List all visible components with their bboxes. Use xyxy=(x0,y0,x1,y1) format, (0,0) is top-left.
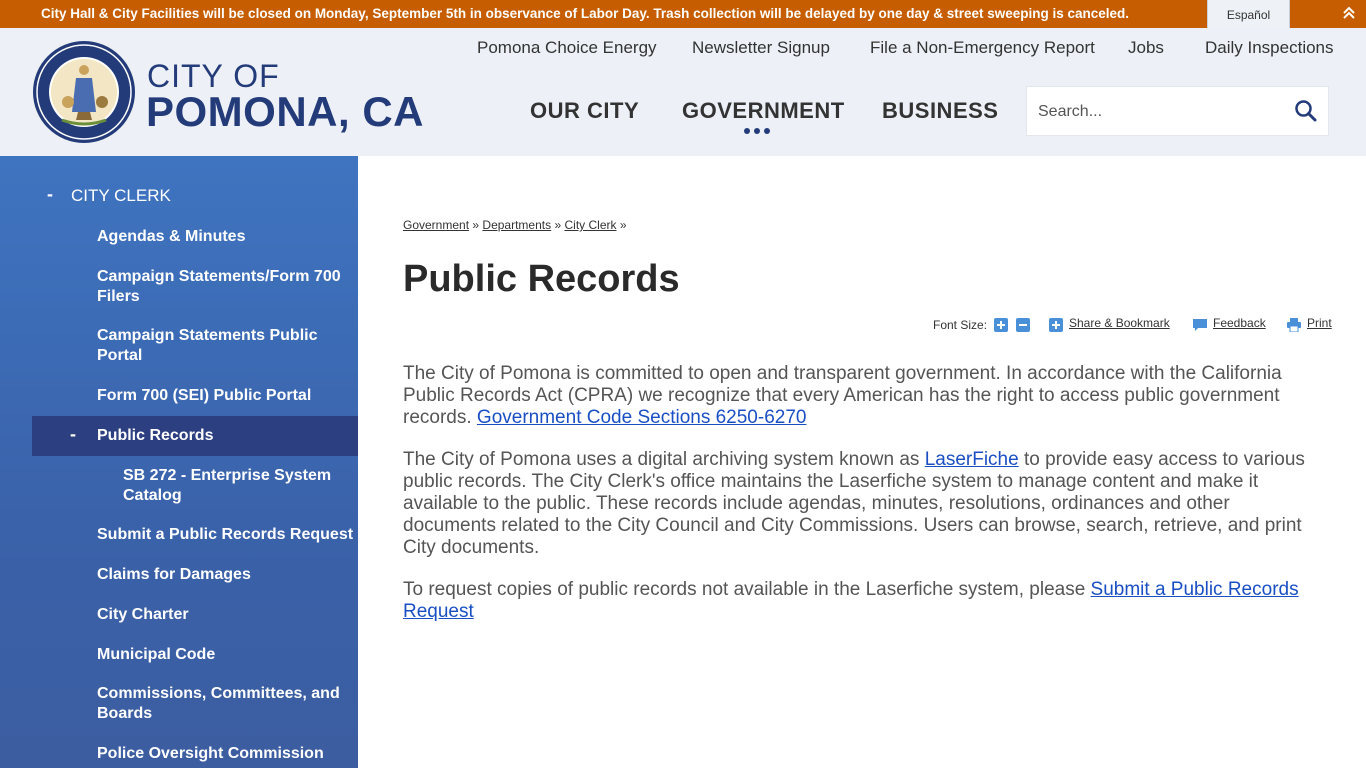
share-icon[interactable] xyxy=(1049,318,1063,332)
font-decrease-icon[interactable] xyxy=(1016,318,1030,332)
sidebar-item-commissions[interactable]: Commissions, Committees, and Boards xyxy=(97,684,352,724)
laserfiche-link[interactable]: LaserFiche xyxy=(925,449,1019,470)
main-nav-our-city[interactable]: OUR CITY xyxy=(530,98,639,124)
font-increase-icon[interactable] xyxy=(994,318,1008,332)
sidebar-item-agendas-minutes[interactable]: Agendas & Minutes xyxy=(97,227,352,247)
content-paragraph-1: The City of Pomona is committed to open … xyxy=(403,363,1323,429)
alert-bar: City Hall & City Facilities will be clos… xyxy=(0,0,1366,28)
sidebar-parent-city-clerk[interactable]: CITY CLERK xyxy=(71,186,171,206)
collapse-alert-button[interactable] xyxy=(1336,2,1362,24)
sidebar-nav: - CITY CLERK Agendas & Minutes Campaign … xyxy=(0,156,358,768)
print-icon[interactable] xyxy=(1287,318,1301,332)
search-icon[interactable] xyxy=(1293,98,1319,124)
font-size-label: Font Size: xyxy=(933,318,988,332)
collapse-dash-icon[interactable]: - xyxy=(47,184,53,205)
util-nav-newsletter-signup[interactable]: Newsletter Signup xyxy=(692,38,830,58)
sidebar-item-form-700-portal[interactable]: Form 700 (SEI) Public Portal xyxy=(97,386,352,406)
share-bookmark-link[interactable]: Share & Bookmark xyxy=(1069,316,1170,330)
city-seal[interactable] xyxy=(32,40,136,144)
active-nav-indicator xyxy=(744,128,770,134)
sidebar-item-submit-request[interactable]: Submit a Public Records Request xyxy=(97,525,355,545)
sidebar-item-campaign-public-portal[interactable]: Campaign Statements Public Portal xyxy=(97,326,352,366)
content-paragraph-2: The City of Pomona uses a digital archiv… xyxy=(403,449,1323,559)
feedback-link[interactable]: Feedback xyxy=(1213,316,1266,330)
main-nav-government[interactable]: GOVERNMENT xyxy=(682,98,845,124)
print-link[interactable]: Print xyxy=(1307,316,1332,330)
city-name[interactable]: POMONA, CA xyxy=(146,88,424,136)
breadcrumb-separator: » xyxy=(472,218,480,232)
sidebar-item-sb-272[interactable]: SB 272 - Enterprise System Catalog xyxy=(123,466,348,506)
sidebar-item-city-charter[interactable]: City Charter xyxy=(97,605,352,625)
sidebar-item-public-records[interactable]: Public Records xyxy=(97,426,352,446)
feedback-icon[interactable] xyxy=(1192,318,1208,332)
sidebar-item-municipal-code[interactable]: Municipal Code xyxy=(97,645,352,665)
sidebar-item-claims-for-damages[interactable]: Claims for Damages xyxy=(97,565,352,585)
collapse-dash-icon[interactable]: - xyxy=(70,424,76,445)
main-nav-business[interactable]: BUSINESS xyxy=(882,98,998,124)
util-nav-daily-inspections[interactable]: Daily Inspections xyxy=(1205,38,1334,58)
util-nav-non-emergency-report[interactable]: File a Non-Emergency Report xyxy=(870,38,1095,58)
breadcrumb-city-clerk[interactable]: City Clerk xyxy=(564,218,616,232)
alert-text[interactable]: City Hall & City Facilities will be clos… xyxy=(41,6,1129,21)
paragraph-3-text: To request copies of public records not … xyxy=(403,579,1091,600)
government-code-link[interactable]: Government Code Sections 6250-6270 xyxy=(477,407,807,428)
site-header: CITY OF POMONA, CA Pomona Choice Energy … xyxy=(0,28,1366,156)
sidebar-item-police-oversight[interactable]: Police Oversight Commission xyxy=(97,744,352,764)
page-title: Public Records xyxy=(403,258,680,300)
sidebar-item-campaign-statements-form-700[interactable]: Campaign Statements/Form 700 Filers xyxy=(97,267,352,307)
breadcrumb: Government » Departments » City Clerk » xyxy=(403,218,627,232)
content-paragraph-3: To request copies of public records not … xyxy=(403,579,1323,623)
breadcrumb-government[interactable]: Government xyxy=(403,218,469,232)
util-nav-jobs[interactable]: Jobs xyxy=(1128,38,1164,58)
breadcrumb-separator: » xyxy=(619,218,627,232)
breadcrumb-separator: » xyxy=(554,218,562,232)
search-input[interactable] xyxy=(1038,100,1278,124)
breadcrumb-departments[interactable]: Departments xyxy=(482,218,551,232)
paragraph-2-text: The City of Pomona uses a digital archiv… xyxy=(403,449,925,470)
search-box xyxy=(1026,86,1329,136)
util-nav-pomona-choice-energy[interactable]: Pomona Choice Energy xyxy=(477,38,657,58)
collapse-up-icon xyxy=(1343,6,1355,19)
